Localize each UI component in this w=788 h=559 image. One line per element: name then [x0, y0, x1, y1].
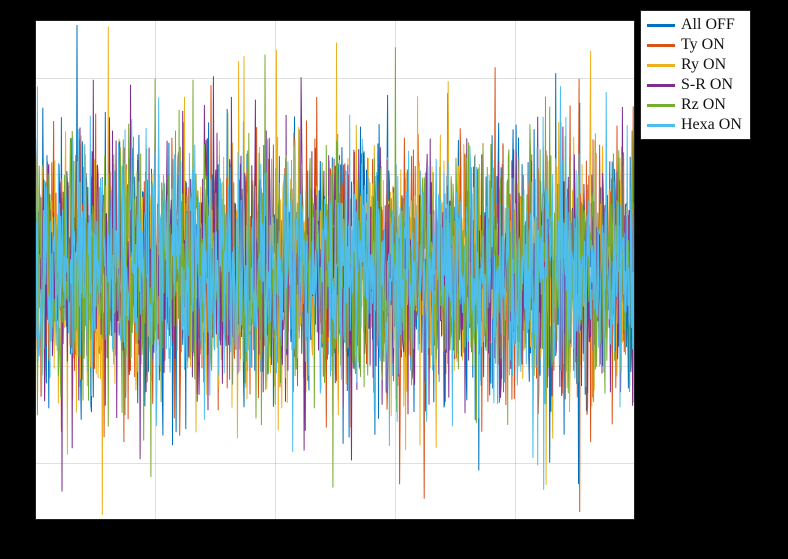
legend-swatch — [647, 124, 675, 127]
legend-label: Rz ON — [681, 96, 726, 114]
legend-swatch — [647, 24, 675, 27]
legend-swatch — [647, 44, 675, 47]
legend-label: All OFF — [681, 16, 735, 34]
legend-swatch — [647, 104, 675, 107]
legend-item-rz-on: Rz ON — [647, 95, 742, 115]
legend-swatch — [647, 64, 675, 67]
legend: All OFF Ty ON Ry ON S-R ON Rz ON Hexa ON — [640, 10, 751, 140]
legend-item-sr-on: S-R ON — [647, 75, 742, 95]
legend-item-ty-on: Ty ON — [647, 35, 742, 55]
legend-label: Ry ON — [681, 56, 726, 74]
grid-v — [635, 20, 636, 520]
data-layer — [35, 20, 635, 520]
legend-label: S-R ON — [681, 76, 733, 94]
axes — [35, 20, 635, 520]
figure: All OFF Ty ON Ry ON S-R ON Rz ON Hexa ON — [0, 0, 788, 559]
legend-swatch — [647, 84, 675, 87]
legend-label: Ty ON — [681, 36, 725, 54]
legend-item-ry-on: Ry ON — [647, 55, 742, 75]
legend-label: Hexa ON — [681, 116, 742, 134]
legend-item-hexa-on: Hexa ON — [647, 115, 742, 135]
legend-item-all-off: All OFF — [647, 15, 742, 35]
